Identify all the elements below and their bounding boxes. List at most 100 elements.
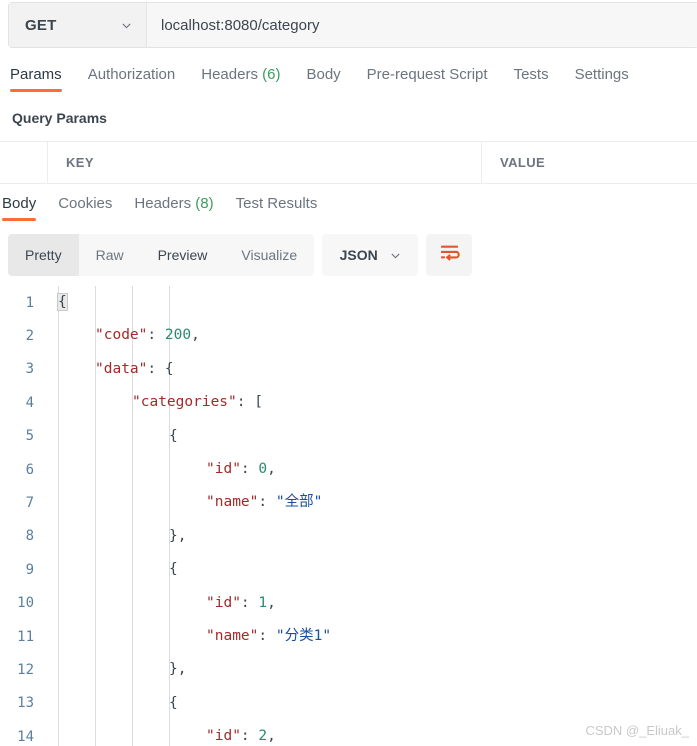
tab-params-label: Params [10, 66, 62, 83]
tab-pre-request-script[interactable]: Pre-request Script [367, 62, 488, 95]
code-token: "categories" [132, 394, 237, 411]
view-raw-button[interactable]: Raw [79, 234, 141, 276]
params-value-header-cell: VALUE [482, 142, 697, 183]
line-number: 11 [17, 628, 34, 645]
response-tab-body[interactable]: Body [2, 191, 37, 224]
code-line: 3 "data": { [0, 353, 697, 386]
response-tab-cookies-label: Cookies [58, 195, 113, 212]
response-tab-test-results-label: Test Results [235, 195, 318, 212]
word-wrap-toggle-button[interactable] [426, 234, 473, 276]
code-line-text: "code": 200, [46, 319, 697, 352]
code-token: } [169, 661, 178, 678]
code-token: "id" [206, 728, 241, 745]
code-token: "分类1" [275, 627, 332, 644]
code-line-text: { [46, 687, 697, 720]
code-line: 5{ [0, 420, 697, 453]
code-line: 13 { [0, 687, 697, 720]
tab-headers-count: (6) [262, 66, 281, 83]
code-token: "name" [206, 627, 259, 644]
query-params-title: Query Params [12, 110, 107, 126]
tab-body[interactable]: Body [306, 62, 340, 95]
response-tabs: Body Cookies Headers (8) Test Results [2, 191, 697, 227]
line-number: 13 [17, 695, 34, 712]
response-tab-cookies[interactable]: Cookies [58, 191, 112, 224]
http-method-label: GET [25, 16, 57, 34]
view-raw-label: Raw [95, 247, 124, 263]
line-number: 6 [25, 461, 34, 478]
line-number: 10 [17, 595, 34, 612]
chevron-down-icon [121, 20, 132, 31]
response-format-label: JSON [339, 247, 378, 263]
params-select-all-cell[interactable] [0, 142, 48, 183]
code-token: , [191, 327, 200, 344]
watermark: CSDN @_Eliuak_ [585, 723, 689, 738]
code-line: 2 "code": 200, [0, 319, 697, 352]
code-token: [ [254, 394, 263, 411]
code-token: 1 [258, 594, 268, 611]
code-token: : [147, 327, 165, 344]
code-line-text: "id": 0, [46, 453, 697, 486]
code-token: , [267, 594, 276, 611]
response-tab-body-label: Body [2, 195, 37, 212]
code-line-text: }, [46, 653, 697, 686]
code-token: "id" [206, 460, 241, 477]
code-token: : [147, 360, 165, 377]
tab-settings[interactable]: Settings [575, 62, 629, 95]
code-token: : [258, 494, 276, 511]
line-number: 5 [25, 428, 34, 445]
response-tab-test-results[interactable]: Test Results [236, 191, 318, 224]
code-token: : [240, 460, 259, 477]
response-view-switcher: Pretty Raw Preview Visualize [8, 234, 315, 276]
code-token: : [258, 627, 276, 644]
code-token: : [240, 594, 259, 611]
code-line: 4 "categories": [ [0, 386, 697, 419]
code-token: 2 [258, 728, 268, 745]
code-line: 7 "name": "全部" [0, 486, 697, 519]
tab-headers-label: Headers [201, 66, 258, 83]
view-preview-button[interactable]: Preview [141, 234, 225, 276]
code-token: : [240, 728, 259, 745]
tab-headers[interactable]: Headers (6) [201, 62, 280, 95]
code-token: , [177, 661, 187, 678]
response-tab-headers-label: Headers [134, 195, 192, 212]
tab-params[interactable]: Params [10, 62, 62, 95]
code-token: 0 [258, 460, 268, 477]
code-token: { [164, 360, 174, 377]
code-token: : [236, 394, 255, 411]
code-line: 12}, [0, 653, 697, 686]
tab-pre-request-script-label: Pre-request Script [366, 66, 488, 83]
line-number: 7 [25, 495, 34, 512]
tab-settings-label: Settings [574, 66, 629, 83]
response-format-select[interactable]: JSON [322, 234, 419, 276]
code-token: { [169, 694, 178, 711]
code-line-text: "id": 1, [46, 587, 697, 620]
code-line: 8}, [0, 520, 697, 553]
http-method-select[interactable]: GET [9, 3, 147, 47]
line-number: 3 [25, 361, 34, 378]
code-line: 6 "id": 0, [0, 453, 697, 486]
code-lines: 1{2 "code": 200, 3 "data": {4 "categories": … [0, 286, 697, 746]
code-line-text: { [46, 553, 697, 586]
request-url-input[interactable]: localhost:8080/category [147, 3, 697, 47]
code-line-text: "categories": [ [46, 386, 697, 419]
tab-tests-label: Tests [513, 66, 549, 83]
params-value-header-label: VALUE [500, 155, 546, 170]
request-tabs: Params Authorization Headers (6) Body Pr… [10, 62, 697, 100]
word-wrap-icon [439, 243, 460, 267]
code-token: 200 [164, 327, 192, 344]
tab-authorization-label: Authorization [87, 66, 176, 83]
view-visualize-button[interactable]: Visualize [224, 234, 314, 276]
response-tab-headers[interactable]: Headers (8) [134, 191, 213, 224]
response-tab-headers-count: (8) [195, 195, 214, 212]
code-token: "全部" [275, 494, 323, 511]
view-preview-label: Preview [157, 247, 208, 263]
response-body-code-viewer[interactable]: 1{2 "code": 200, 3 "data": {4 "categories": … [0, 286, 697, 746]
view-pretty-label: Pretty [25, 247, 62, 263]
code-line-text: "name": "全部" [46, 486, 697, 519]
code-line: 10 "id": 1, [0, 587, 697, 620]
code-token: "code" [95, 327, 148, 344]
view-pretty-button[interactable]: Pretty [8, 234, 79, 276]
tab-tests[interactable]: Tests [514, 62, 549, 95]
tab-authorization[interactable]: Authorization [88, 62, 176, 95]
code-token: { [57, 293, 68, 311]
